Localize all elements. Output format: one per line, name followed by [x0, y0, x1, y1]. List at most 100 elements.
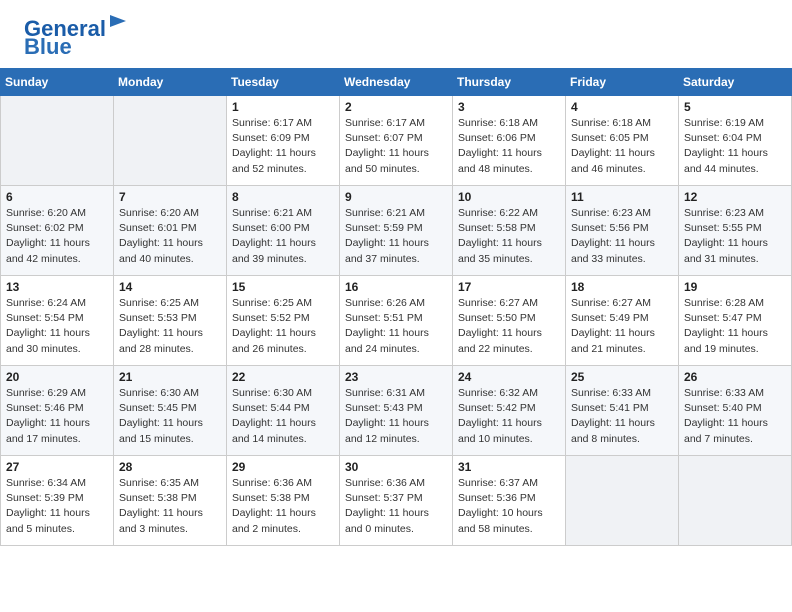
calendar-cell: 18 Sunrise: 6:27 AMSunset: 5:49 PMDayligh… [566, 276, 679, 366]
calendar-cell: 9Sunrise: 6:21 AMSunset: 5:59 PMDaylight… [340, 186, 453, 276]
day-number: 28 [119, 460, 221, 474]
day-number: 20 [6, 370, 108, 384]
calendar-cell: 12 Sunrise: 6:23 AMSunset: 5:55 PMDayligh… [679, 186, 792, 276]
calendar-cell: 8Sunrise: 6:21 AMSunset: 6:00 PMDaylight… [227, 186, 340, 276]
calendar-cell: 24 Sunrise: 6:32 AMSunset: 5:42 PMDayligh… [453, 366, 566, 456]
day-number: 11 [571, 190, 673, 204]
calendar-cell: 7Sunrise: 6:20 AMSunset: 6:01 PMDaylight… [114, 186, 227, 276]
day-number: 12 [684, 190, 786, 204]
day-info: Sunrise: 6:29 AMSunset: 5:46 PMDaylight:… [6, 386, 108, 447]
calendar-cell [114, 96, 227, 186]
calendar-table: SundayMondayTuesdayWednesdayThursdayFrid… [0, 68, 792, 546]
calendar-cell: 10Sunrise: 6:22 AMSunset: 5:58 PMDayligh… [453, 186, 566, 276]
calendar-cell [679, 456, 792, 546]
calendar-cell: 28 Sunrise: 6:35 AMSunset: 5:38 PMDayligh… [114, 456, 227, 546]
weekday-tuesday: Tuesday [227, 69, 340, 96]
calendar-cell: 5 Sunrise: 6:19 AMSunset: 6:04 PMDaylight… [679, 96, 792, 186]
day-info: Sunrise: 6:35 AMSunset: 5:38 PMDaylight:… [119, 476, 221, 537]
day-number: 15 [232, 280, 334, 294]
calendar-cell [1, 96, 114, 186]
calendar-cell: 17 Sunrise: 6:27 AMSunset: 5:50 PMDayligh… [453, 276, 566, 366]
weekday-friday: Friday [566, 69, 679, 96]
day-info: Sunrise: 6:30 AMSunset: 5:44 PMDaylight:… [232, 386, 334, 447]
calendar-cell: 16Sunrise: 6:26 AMSunset: 5:51 PMDayligh… [340, 276, 453, 366]
week-row-4: 20 Sunrise: 6:29 AMSunset: 5:46 PMDayligh… [1, 366, 792, 456]
day-info: Sunrise: 6:23 AMSunset: 5:55 PMDaylight:… [684, 206, 786, 267]
day-info: Sunrise: 6:19 AMSunset: 6:04 PMDaylight:… [684, 116, 786, 177]
day-number: 22 [232, 370, 334, 384]
day-number: 23 [345, 370, 447, 384]
weekday-saturday: Saturday [679, 69, 792, 96]
calendar-cell: 30 Sunrise: 6:36 AMSunset: 5:37 PMDayligh… [340, 456, 453, 546]
day-info: Sunrise: 6:34 AMSunset: 5:39 PMDaylight:… [6, 476, 108, 537]
day-info: Sunrise: 6:25 AMSunset: 5:52 PMDaylight:… [232, 296, 334, 357]
day-info: Sunrise: 6:30 AMSunset: 5:45 PMDaylight:… [119, 386, 221, 447]
day-info: Sunrise: 6:32 AMSunset: 5:42 PMDaylight:… [458, 386, 560, 447]
calendar-cell: 15 Sunrise: 6:25 AMSunset: 5:52 PMDayligh… [227, 276, 340, 366]
day-number: 25 [571, 370, 673, 384]
day-info: Sunrise: 6:27 AMSunset: 5:50 PMDaylight:… [458, 296, 560, 357]
logo-flag-icon [108, 13, 130, 35]
calendar-cell: 23 Sunrise: 6:31 AMSunset: 5:43 PMDayligh… [340, 366, 453, 456]
day-number: 13 [6, 280, 108, 294]
day-number: 4 [571, 100, 673, 114]
weekday-wednesday: Wednesday [340, 69, 453, 96]
day-info: Sunrise: 6:24 AMSunset: 5:54 PMDaylight:… [6, 296, 108, 357]
calendar-cell: 19Sunrise: 6:28 AMSunset: 5:47 PMDayligh… [679, 276, 792, 366]
day-number: 19 [684, 280, 786, 294]
day-number: 26 [684, 370, 786, 384]
weekday-header-row: SundayMondayTuesdayWednesdayThursdayFrid… [1, 69, 792, 96]
weekday-thursday: Thursday [453, 69, 566, 96]
day-number: 6 [6, 190, 108, 204]
week-row-1: 1 Sunrise: 6:17 AMSunset: 6:09 PMDaylight… [1, 96, 792, 186]
day-info: Sunrise: 6:36 AMSunset: 5:37 PMDaylight:… [345, 476, 447, 537]
calendar-cell: 11 Sunrise: 6:23 AMSunset: 5:56 PMDayligh… [566, 186, 679, 276]
day-number: 2 [345, 100, 447, 114]
header: General Blue [0, 0, 792, 68]
day-info: Sunrise: 6:27 AMSunset: 5:49 PMDaylight:… [571, 296, 673, 357]
day-number: 14 [119, 280, 221, 294]
day-number: 1 [232, 100, 334, 114]
day-info: Sunrise: 6:23 AMSunset: 5:56 PMDaylight:… [571, 206, 673, 267]
day-number: 21 [119, 370, 221, 384]
day-number: 3 [458, 100, 560, 114]
week-row-5: 27 Sunrise: 6:34 AMSunset: 5:39 PMDayligh… [1, 456, 792, 546]
day-info: Sunrise: 6:33 AMSunset: 5:40 PMDaylight:… [684, 386, 786, 447]
day-number: 5 [684, 100, 786, 114]
day-info: Sunrise: 6:21 AMSunset: 6:00 PMDaylight:… [232, 206, 334, 267]
calendar-cell: 3 Sunrise: 6:18 AMSunset: 6:06 PMDaylight… [453, 96, 566, 186]
day-info: Sunrise: 6:26 AMSunset: 5:51 PMDaylight:… [345, 296, 447, 357]
day-info: Sunrise: 6:37 AMSunset: 5:36 PMDaylight:… [458, 476, 560, 537]
day-info: Sunrise: 6:20 AMSunset: 6:02 PMDaylight:… [6, 206, 108, 267]
calendar-cell: 31 Sunrise: 6:37 AMSunset: 5:36 PMDayligh… [453, 456, 566, 546]
calendar-cell: 1 Sunrise: 6:17 AMSunset: 6:09 PMDaylight… [227, 96, 340, 186]
weekday-sunday: Sunday [1, 69, 114, 96]
day-info: Sunrise: 6:31 AMSunset: 5:43 PMDaylight:… [345, 386, 447, 447]
weekday-monday: Monday [114, 69, 227, 96]
day-number: 9 [345, 190, 447, 204]
logo: General Blue [24, 18, 130, 58]
calendar-cell: 26 Sunrise: 6:33 AMSunset: 5:40 PMDayligh… [679, 366, 792, 456]
calendar-cell: 25 Sunrise: 6:33 AMSunset: 5:41 PMDayligh… [566, 366, 679, 456]
calendar-cell: 21 Sunrise: 6:30 AMSunset: 5:45 PMDayligh… [114, 366, 227, 456]
calendar-cell: 29Sunrise: 6:36 AMSunset: 5:38 PMDayligh… [227, 456, 340, 546]
day-info: Sunrise: 6:18 AMSunset: 6:06 PMDaylight:… [458, 116, 560, 177]
day-number: 31 [458, 460, 560, 474]
day-info: Sunrise: 6:17 AMSunset: 6:07 PMDaylight:… [345, 116, 447, 177]
day-number: 30 [345, 460, 447, 474]
day-info: Sunrise: 6:22 AMSunset: 5:58 PMDaylight:… [458, 206, 560, 267]
day-number: 27 [6, 460, 108, 474]
day-info: Sunrise: 6:33 AMSunset: 5:41 PMDaylight:… [571, 386, 673, 447]
day-number: 24 [458, 370, 560, 384]
day-number: 17 [458, 280, 560, 294]
day-number: 18 [571, 280, 673, 294]
day-info: Sunrise: 6:36 AMSunset: 5:38 PMDaylight:… [232, 476, 334, 537]
calendar-cell: 6 Sunrise: 6:20 AMSunset: 6:02 PMDaylight… [1, 186, 114, 276]
calendar-cell: 22 Sunrise: 6:30 AMSunset: 5:44 PMDayligh… [227, 366, 340, 456]
page: General Blue SundayMondayTuesdayWednesda… [0, 0, 792, 546]
day-info: Sunrise: 6:18 AMSunset: 6:05 PMDaylight:… [571, 116, 673, 177]
calendar-cell: 13 Sunrise: 6:24 AMSunset: 5:54 PMDayligh… [1, 276, 114, 366]
day-info: Sunrise: 6:17 AMSunset: 6:09 PMDaylight:… [232, 116, 334, 177]
day-number: 7 [119, 190, 221, 204]
calendar-cell: 2 Sunrise: 6:17 AMSunset: 6:07 PMDaylight… [340, 96, 453, 186]
